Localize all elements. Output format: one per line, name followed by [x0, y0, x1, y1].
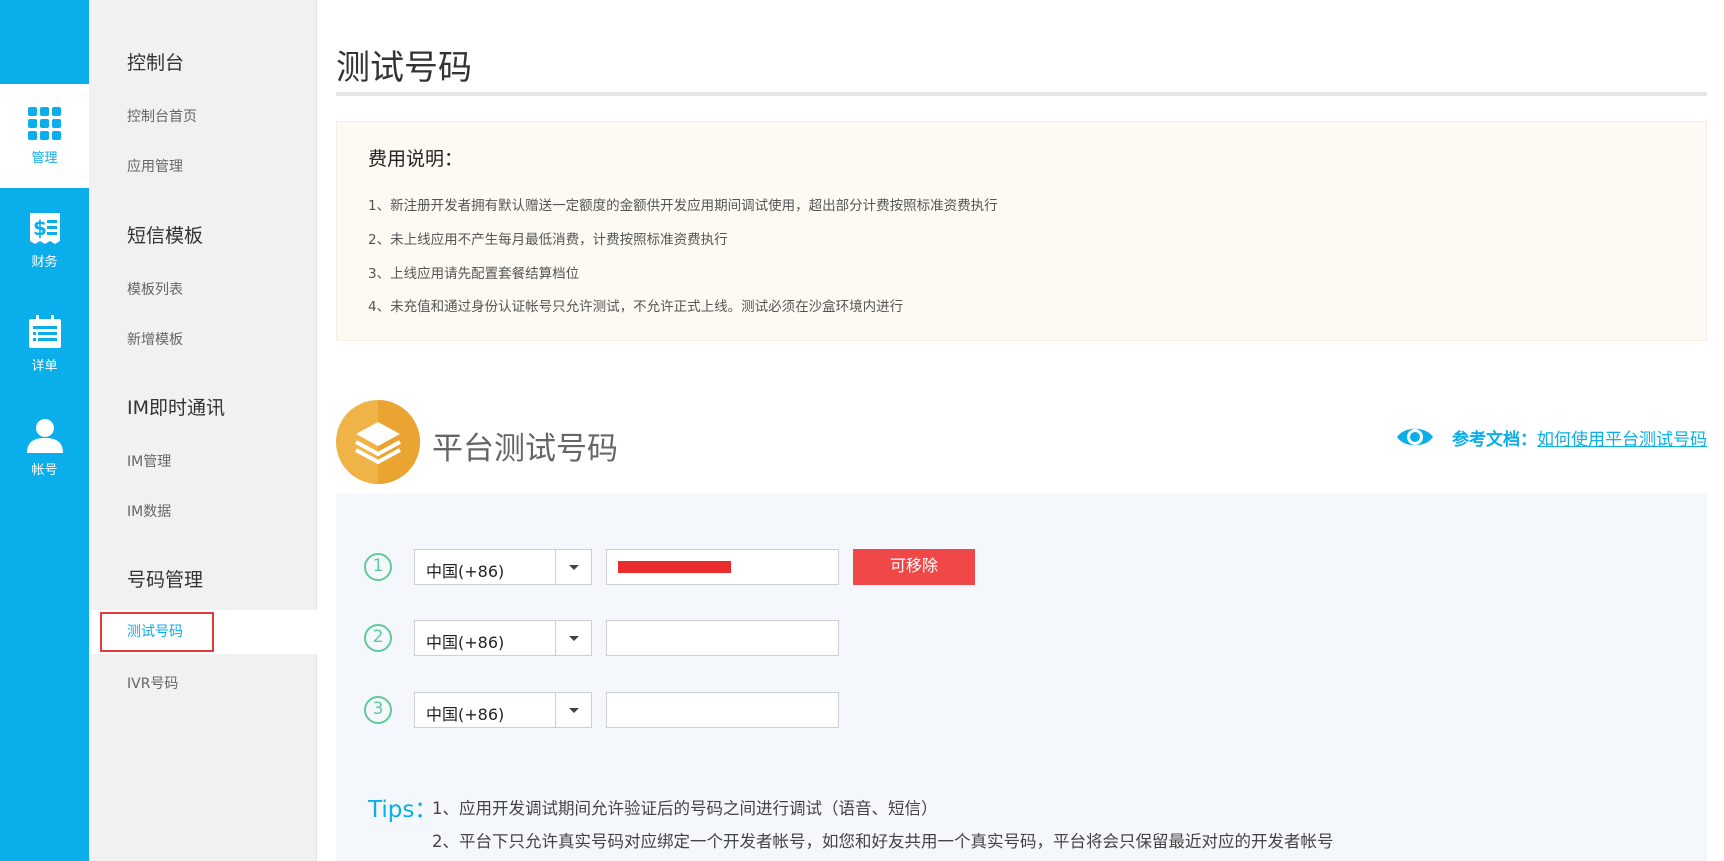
- rail-label: 帐号: [31, 462, 58, 478]
- fee-line: 4、未充值和通过身份认证帐号只允许测试，不允许正式上线。测试必须在沙盒环境内进行: [368, 299, 904, 315]
- phone-input[interactable]: [606, 620, 839, 656]
- tip-line: 1、应用开发调试期间允许验证后的号码之间进行调试（语音、短信）: [432, 799, 938, 818]
- fee-line: 1、新注册开发者拥有默认赠送一定额度的金额供开发应用期间调试使用，超出部分计费按…: [368, 198, 998, 214]
- nav-link-ivr-number[interactable]: IVR号码: [89, 662, 317, 706]
- tips-label: Tips：: [368, 797, 438, 823]
- country-code-select[interactable]: 中国(+86): [414, 620, 592, 656]
- row-number: 1: [364, 553, 392, 581]
- calendar-list-icon: [28, 314, 61, 348]
- section-title: 平台测试号码: [432, 431, 618, 467]
- highlight-box: [100, 612, 214, 652]
- nav-link-app-manage[interactable]: 应用管理: [89, 145, 317, 189]
- secondary-nav: 控制台 控制台首页 应用管理 短信模板 模板列表 新增模板 IM即时通讯 IM管…: [89, 0, 317, 861]
- reference-link[interactable]: 如何使用平台测试号码: [1537, 425, 1707, 450]
- redaction-mark: [618, 561, 731, 573]
- grid-icon: [27, 106, 61, 140]
- country-code-select[interactable]: 中国(+86): [414, 549, 592, 585]
- chevron-down-icon[interactable]: [555, 550, 591, 584]
- fee-notice: 费用说明： 1、新注册开发者拥有默认赠送一定额度的金额供开发应用期间调试使用，超…: [336, 121, 1707, 341]
- main-content: 测试号码 费用说明： 1、新注册开发者拥有默认赠送一定额度的金额供开发应用期间调…: [336, 0, 1707, 861]
- row-number: 3: [364, 696, 392, 724]
- rail-label: 管理: [31, 150, 58, 166]
- title-divider: [336, 92, 1707, 96]
- country-code-select[interactable]: 中国(+86): [414, 692, 592, 728]
- nav-link-console-home[interactable]: 控制台首页: [89, 95, 317, 139]
- country-code-value: 中国(+86): [426, 562, 505, 581]
- remove-button[interactable]: 可移除: [853, 549, 975, 585]
- svg-text:$: $: [33, 216, 47, 240]
- rail-item-finance[interactable]: $ 财务: [0, 188, 89, 292]
- rail-item-details[interactable]: 详单: [0, 292, 89, 396]
- tip-line: 2、平台下只允许真实号码对应绑定一个开发者帐号，如您和好友共用一个真实号码，平台…: [432, 832, 1334, 851]
- nav-link-im-manage[interactable]: IM管理: [89, 440, 317, 484]
- nav-link-test-number[interactable]: 测试号码: [89, 610, 317, 654]
- reference-doc: 参考文档： 如何使用平台测试号码: [1396, 424, 1707, 450]
- page-title: 测试号码: [336, 48, 472, 88]
- reference-label: 参考文档：: [1452, 429, 1537, 450]
- user-icon: [26, 418, 63, 453]
- fee-line: 3、上线应用请先配置套餐结算档位: [368, 266, 580, 282]
- rail-label: 详单: [31, 358, 58, 374]
- nav-link-im-data[interactable]: IM数据: [89, 490, 317, 534]
- chevron-down-icon[interactable]: [555, 693, 591, 727]
- phone-input[interactable]: [606, 692, 839, 728]
- country-code-value: 中国(+86): [426, 633, 505, 652]
- nav-group-sms-template: 短信模板: [127, 225, 204, 247]
- finance-icon: $: [29, 212, 60, 244]
- rail-label: 财务: [31, 254, 58, 270]
- rail-item-account[interactable]: 帐号: [0, 396, 89, 500]
- rail-item-manage[interactable]: 管理: [0, 84, 89, 188]
- fee-line: 2、未上线应用不产生每月最低消费，计费按照标准资费执行: [368, 232, 728, 248]
- chevron-down-icon[interactable]: [555, 621, 591, 655]
- nav-link-new-template[interactable]: 新增模板: [89, 318, 317, 362]
- country-code-value: 中国(+86): [426, 705, 505, 724]
- row-number: 2: [364, 624, 392, 652]
- nav-link-template-list[interactable]: 模板列表: [89, 268, 317, 312]
- nav-group-console: 控制台: [127, 52, 185, 74]
- nav-group-im: IM即时通讯: [127, 397, 225, 419]
- fee-title: 费用说明：: [368, 148, 464, 170]
- icon-rail: 管理 $ 财务 详单 帐号: [0, 0, 89, 861]
- eye-icon: [1397, 428, 1433, 446]
- layers-icon: [336, 400, 420, 484]
- nav-group-number-manage: 号码管理: [127, 569, 204, 591]
